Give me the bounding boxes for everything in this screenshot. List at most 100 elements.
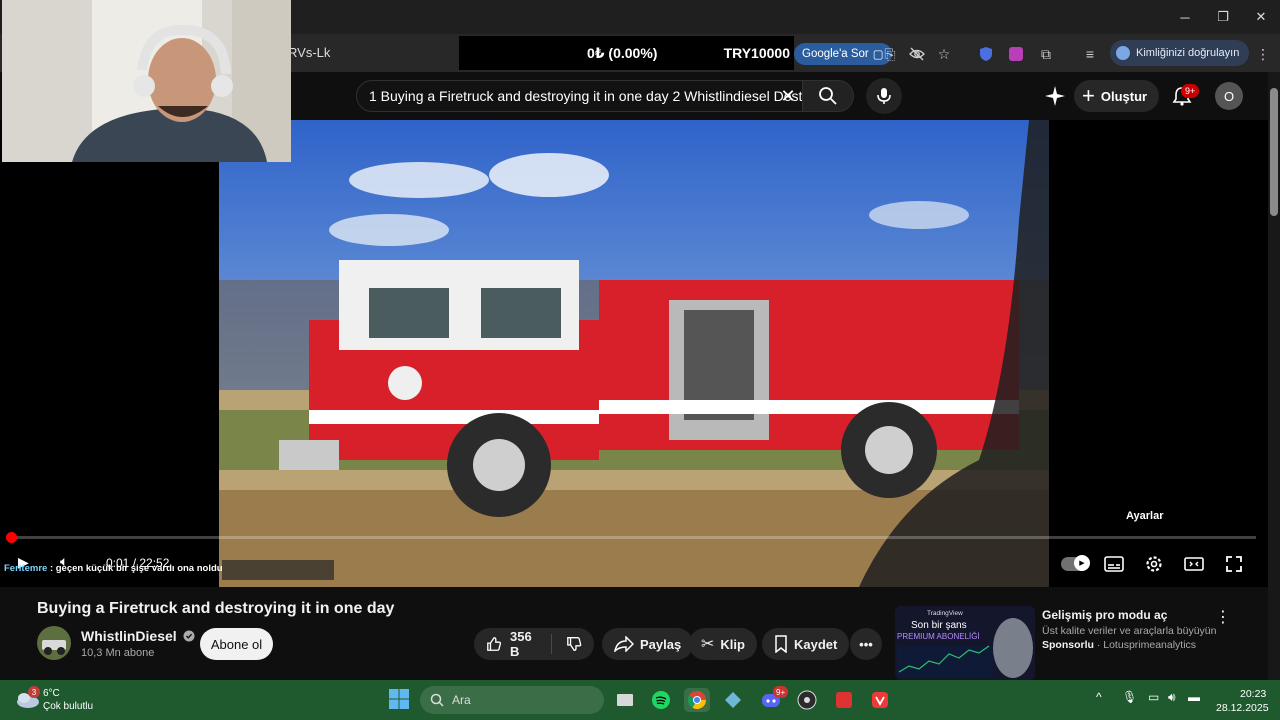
video-caption-box — [222, 560, 334, 580]
scissors-icon: ✂ — [701, 636, 715, 653]
thumbs-down-icon[interactable] — [566, 635, 582, 653]
speaker-icon[interactable]: 🔊︎ — [1168, 690, 1176, 705]
reading-list-icon[interactable]: ≡ — [1077, 41, 1103, 67]
share-button[interactable]: Paylaş — [602, 628, 694, 660]
ticker-change: 0₺ (0.00%) — [587, 44, 658, 61]
more-actions-button[interactable]: ••• — [850, 628, 882, 660]
create-label: Oluştur — [1100, 88, 1148, 104]
chat-username: Feritemre — [4, 563, 48, 574]
channel-name-text: WhistlinDiesel — [81, 628, 177, 644]
clock-date[interactable]: 28.12.2025 — [1216, 702, 1269, 714]
chat-text: : geçen küçük bir şişe vardı ona noldu — [47, 563, 223, 574]
vivaldi-icon[interactable] — [867, 688, 893, 712]
windows-start-icon[interactable] — [388, 688, 410, 710]
settings-tooltip: Ayarlar — [1126, 510, 1164, 522]
bookmark-icon — [775, 635, 787, 653]
ad-advertiser: · Lotusprimeanalytics — [1093, 639, 1197, 651]
address-text-fragment[interactable]: RVs-Lk — [288, 45, 330, 60]
create-button[interactable]: + Oluştur — [1074, 80, 1160, 112]
progress-bar[interactable] — [12, 536, 1256, 539]
ad-brand: TradingView — [927, 610, 963, 617]
close-window-button[interactable]: ✕ — [1242, 0, 1280, 34]
clip-label: Klip — [720, 636, 745, 652]
spotify-icon[interactable] — [648, 688, 674, 712]
search-input[interactable]: 1 Buying a Firetruck and destroying it i… — [356, 80, 804, 112]
tray-chevron-icon[interactable]: ^ — [1096, 690, 1102, 704]
ad-sponsor-label: Sponsorlu — [1042, 639, 1094, 651]
battery-icon[interactable]: ▬ — [1188, 690, 1200, 704]
save-button[interactable]: Kaydet — [762, 628, 850, 660]
autoplay-play-icon[interactable]: ▶ — [1074, 555, 1090, 571]
fullscreen-icon[interactable] — [1222, 552, 1246, 576]
clip-button[interactable]: ✂ Klip — [689, 628, 757, 660]
ad-thumbnail[interactable]: TradingView Son bir şans PREMIUM ABONELİ… — [895, 606, 1035, 680]
channel-avatar[interactable] — [37, 626, 71, 660]
minimize-button[interactable]: ─ — [1166, 0, 1204, 34]
restore-button[interactable]: ❐ — [1204, 0, 1242, 34]
extensions-puzzle-icon[interactable]: ⧉ — [1033, 41, 1059, 67]
video-frame-firetruck[interactable] — [219, 120, 1049, 587]
verified-check-icon — [183, 630, 195, 642]
extension-badge-icon[interactable] — [1003, 41, 1029, 67]
subtitles-icon[interactable] — [1102, 552, 1126, 576]
browser-menu-icon[interactable]: ⋮ — [1250, 41, 1276, 67]
account-avatar[interactable]: O — [1215, 82, 1243, 110]
settings-gear-icon[interactable] — [1142, 552, 1166, 576]
microphone-icon — [877, 88, 891, 104]
file-explorer-icon[interactable] — [612, 688, 638, 712]
clear-search-icon[interactable]: ✕ — [776, 84, 800, 108]
search-icon — [430, 693, 444, 707]
windows-taskbar — [0, 680, 1280, 720]
subscribe-button[interactable]: Abone ol — [200, 628, 273, 660]
obs-icon[interactable] — [794, 688, 820, 712]
stream-chat-message: Feritemre : geçen küçük bir şişe vardı o… — [4, 563, 223, 574]
ticker-symbol: TRY10000 — [723, 45, 790, 61]
more-horizontal-icon: ••• — [859, 636, 873, 652]
profile-label: Kimliğinizi doğrulayın — [1136, 47, 1240, 59]
microphone-tray-icon[interactable]: 🎙︎ — [1122, 690, 1137, 704]
search-icon — [819, 87, 837, 105]
bookmark-star-icon[interactable]: ☆ — [931, 41, 957, 67]
weather-alert-badge: 3 — [28, 686, 40, 698]
install-app-icon[interactable]: ⎘ — [877, 41, 903, 67]
channel-name[interactable]: WhistlinDiesel — [81, 628, 195, 644]
ad-thumb-subline: PREMIUM ABONELİĞİ — [897, 632, 980, 641]
search-button[interactable] — [802, 80, 854, 112]
thumbs-up-icon — [487, 637, 502, 651]
taskbar-search-box[interactable]: Ara — [420, 686, 604, 714]
webcam-overlay — [2, 0, 291, 162]
ad-description: Üst kalite veriler ve araçlarla büyüyün — [1042, 625, 1217, 637]
google-ask-label: Google'a Sor — [802, 48, 869, 60]
save-label: Kaydet — [794, 636, 838, 652]
weather-temperature[interactable]: 6°C — [43, 688, 60, 699]
eye-slash-icon[interactable] — [904, 41, 930, 67]
voice-search-button[interactable] — [866, 78, 902, 114]
app-grid-icon[interactable] — [720, 688, 746, 712]
chrome-icon[interactable] — [684, 688, 710, 712]
subscriber-count: 10,3 Mn abone — [81, 647, 155, 659]
ad-menu-icon[interactable]: ⋮ — [1214, 606, 1232, 628]
red-app-icon[interactable] — [831, 688, 857, 712]
window-controls: ─ ❐ ✕ — [1166, 0, 1280, 34]
ad-sponsor-line: Sponsorlu · Lotusprimeanalytics — [1042, 639, 1196, 651]
extension-shield-icon[interactable] — [973, 41, 999, 67]
video-title: Buying a Firetruck and destroying it in … — [37, 600, 395, 617]
scrollbar-thumb[interactable] — [1270, 88, 1278, 216]
sparkle-icon[interactable] — [1043, 84, 1067, 108]
progress-scrubber[interactable] — [6, 532, 17, 543]
ad-title[interactable]: Gelişmiş pro modu aç — [1042, 608, 1167, 622]
share-arrow-icon — [614, 636, 634, 652]
weather-description[interactable]: Çok bulutlu — [43, 701, 93, 712]
share-label: Paylaş — [640, 636, 682, 652]
clock-time[interactable]: 20:23 — [1240, 688, 1266, 700]
like-button[interactable]: 356 B — [486, 629, 541, 659]
profile-icon — [1116, 46, 1130, 60]
profile-verify-button[interactable]: Kimliğinizi doğrulayın — [1110, 40, 1250, 66]
search-query-text: 1 Buying a Firetruck and destroying it i… — [369, 88, 803, 104]
network-icon[interactable]: ▭ — [1148, 690, 1159, 704]
theater-mode-icon[interactable] — [1182, 552, 1206, 576]
like-divider — [551, 634, 552, 654]
notification-badge: 9+ — [1181, 84, 1200, 98]
discord-badge: 9+ — [773, 686, 789, 698]
stock-ticker-overlay: 0₺ (0.00%) TRY10000 — [459, 36, 794, 70]
